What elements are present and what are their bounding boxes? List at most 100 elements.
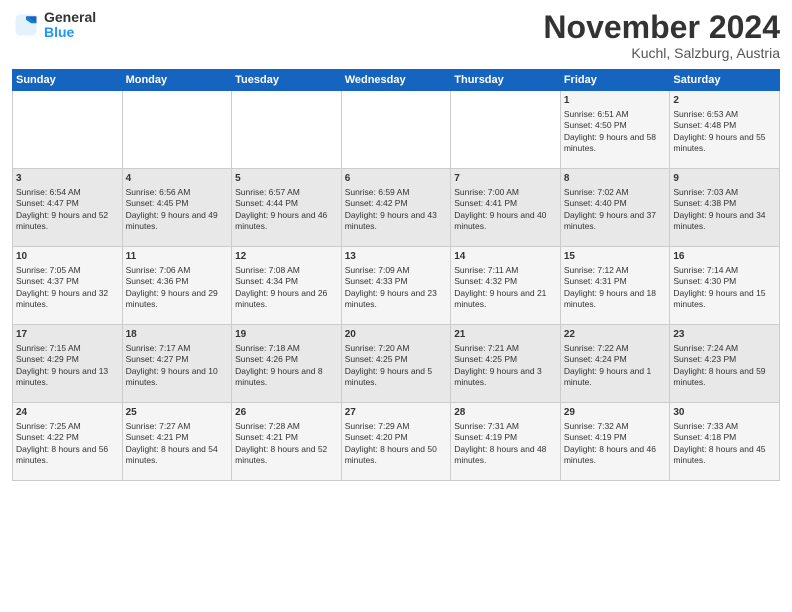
table-row: 19Sunrise: 7:18 AMSunset: 4:26 PMDayligh… bbox=[232, 325, 342, 403]
day-number: 24 bbox=[16, 406, 119, 420]
daylight-text: Daylight: 9 hours and 46 minutes. bbox=[235, 210, 338, 233]
sunrise-text: Sunrise: 7:11 AM bbox=[454, 265, 557, 276]
daylight-text: Daylight: 8 hours and 48 minutes. bbox=[454, 444, 557, 467]
calendar-table: Sunday Monday Tuesday Wednesday Thursday… bbox=[12, 69, 780, 481]
daylight-text: Daylight: 8 hours and 59 minutes. bbox=[673, 366, 776, 389]
header-friday: Friday bbox=[560, 70, 670, 91]
daylight-text: Daylight: 8 hours and 56 minutes. bbox=[16, 444, 119, 467]
sunset-text: Sunset: 4:21 PM bbox=[235, 432, 338, 443]
day-number: 15 bbox=[564, 250, 667, 264]
sunrise-text: Sunrise: 7:14 AM bbox=[673, 265, 776, 276]
sunrise-text: Sunrise: 7:17 AM bbox=[126, 343, 229, 354]
sunset-text: Sunset: 4:44 PM bbox=[235, 198, 338, 209]
sunrise-text: Sunrise: 7:32 AM bbox=[564, 421, 667, 432]
sunset-text: Sunset: 4:24 PM bbox=[564, 354, 667, 365]
table-row bbox=[232, 91, 342, 169]
day-number: 13 bbox=[345, 250, 448, 264]
sunset-text: Sunset: 4:23 PM bbox=[673, 354, 776, 365]
sunset-text: Sunset: 4:19 PM bbox=[454, 432, 557, 443]
month-title: November 2024 bbox=[543, 10, 780, 45]
daylight-text: Daylight: 9 hours and 34 minutes. bbox=[673, 210, 776, 233]
table-row: 6Sunrise: 6:59 AMSunset: 4:42 PMDaylight… bbox=[341, 169, 451, 247]
day-number: 27 bbox=[345, 406, 448, 420]
table-row: 9Sunrise: 7:03 AMSunset: 4:38 PMDaylight… bbox=[670, 169, 780, 247]
sunset-text: Sunset: 4:26 PM bbox=[235, 354, 338, 365]
daylight-text: Daylight: 9 hours and 37 minutes. bbox=[564, 210, 667, 233]
sunrise-text: Sunrise: 6:53 AM bbox=[673, 109, 776, 120]
sunrise-text: Sunrise: 7:02 AM bbox=[564, 187, 667, 198]
header-thursday: Thursday bbox=[451, 70, 561, 91]
sunset-text: Sunset: 4:29 PM bbox=[16, 354, 119, 365]
day-number: 23 bbox=[673, 328, 776, 342]
table-row: 18Sunrise: 7:17 AMSunset: 4:27 PMDayligh… bbox=[122, 325, 232, 403]
table-row: 26Sunrise: 7:28 AMSunset: 4:21 PMDayligh… bbox=[232, 403, 342, 481]
daylight-text: Daylight: 9 hours and 40 minutes. bbox=[454, 210, 557, 233]
sunset-text: Sunset: 4:18 PM bbox=[673, 432, 776, 443]
header-sunday: Sunday bbox=[13, 70, 123, 91]
table-row: 23Sunrise: 7:24 AMSunset: 4:23 PMDayligh… bbox=[670, 325, 780, 403]
table-row bbox=[13, 91, 123, 169]
sunset-text: Sunset: 4:47 PM bbox=[16, 198, 119, 209]
sunset-text: Sunset: 4:45 PM bbox=[126, 198, 229, 209]
table-row: 21Sunrise: 7:21 AMSunset: 4:25 PMDayligh… bbox=[451, 325, 561, 403]
sunrise-text: Sunrise: 7:22 AM bbox=[564, 343, 667, 354]
sunset-text: Sunset: 4:25 PM bbox=[454, 354, 557, 365]
daylight-text: Daylight: 9 hours and 8 minutes. bbox=[235, 366, 338, 389]
day-number: 18 bbox=[126, 328, 229, 342]
sunset-text: Sunset: 4:36 PM bbox=[126, 276, 229, 287]
sunset-text: Sunset: 4:42 PM bbox=[345, 198, 448, 209]
header-saturday: Saturday bbox=[670, 70, 780, 91]
sunset-text: Sunset: 4:22 PM bbox=[16, 432, 119, 443]
header-tuesday: Tuesday bbox=[232, 70, 342, 91]
sunrise-text: Sunrise: 7:05 AM bbox=[16, 265, 119, 276]
header-monday: Monday bbox=[122, 70, 232, 91]
sunset-text: Sunset: 4:38 PM bbox=[673, 198, 776, 209]
daylight-text: Daylight: 9 hours and 49 minutes. bbox=[126, 210, 229, 233]
table-row: 22Sunrise: 7:22 AMSunset: 4:24 PMDayligh… bbox=[560, 325, 670, 403]
sunset-text: Sunset: 4:27 PM bbox=[126, 354, 229, 365]
table-row bbox=[122, 91, 232, 169]
sunset-text: Sunset: 4:19 PM bbox=[564, 432, 667, 443]
day-number: 4 bbox=[126, 172, 229, 186]
sunrise-text: Sunrise: 7:06 AM bbox=[126, 265, 229, 276]
sunrise-text: Sunrise: 6:54 AM bbox=[16, 187, 119, 198]
sunset-text: Sunset: 4:25 PM bbox=[345, 354, 448, 365]
day-number: 3 bbox=[16, 172, 119, 186]
sunrise-text: Sunrise: 7:08 AM bbox=[235, 265, 338, 276]
sunset-text: Sunset: 4:41 PM bbox=[454, 198, 557, 209]
day-number: 1 bbox=[564, 94, 667, 108]
header-wednesday: Wednesday bbox=[341, 70, 451, 91]
sunset-text: Sunset: 4:31 PM bbox=[564, 276, 667, 287]
calendar-container: General Blue November 2024 Kuchl, Salzbu… bbox=[0, 0, 792, 612]
table-row: 4Sunrise: 6:56 AMSunset: 4:45 PMDaylight… bbox=[122, 169, 232, 247]
day-number: 2 bbox=[673, 94, 776, 108]
day-number: 5 bbox=[235, 172, 338, 186]
day-number: 22 bbox=[564, 328, 667, 342]
daylight-text: Daylight: 9 hours and 32 minutes. bbox=[16, 288, 119, 311]
day-number: 9 bbox=[673, 172, 776, 186]
daylight-text: Daylight: 8 hours and 45 minutes. bbox=[673, 444, 776, 467]
sunrise-text: Sunrise: 6:56 AM bbox=[126, 187, 229, 198]
table-row bbox=[451, 91, 561, 169]
daylight-text: Daylight: 9 hours and 15 minutes. bbox=[673, 288, 776, 311]
day-number: 12 bbox=[235, 250, 338, 264]
table-row: 8Sunrise: 7:02 AMSunset: 4:40 PMDaylight… bbox=[560, 169, 670, 247]
logo-blue-text: Blue bbox=[44, 25, 96, 40]
daylight-text: Daylight: 9 hours and 5 minutes. bbox=[345, 366, 448, 389]
sunset-text: Sunset: 4:21 PM bbox=[126, 432, 229, 443]
sunset-text: Sunset: 4:40 PM bbox=[564, 198, 667, 209]
sunrise-text: Sunrise: 7:18 AM bbox=[235, 343, 338, 354]
day-number: 19 bbox=[235, 328, 338, 342]
day-number: 14 bbox=[454, 250, 557, 264]
day-number: 17 bbox=[16, 328, 119, 342]
table-row: 28Sunrise: 7:31 AMSunset: 4:19 PMDayligh… bbox=[451, 403, 561, 481]
day-number: 20 bbox=[345, 328, 448, 342]
day-number: 21 bbox=[454, 328, 557, 342]
day-number: 8 bbox=[564, 172, 667, 186]
table-row: 20Sunrise: 7:20 AMSunset: 4:25 PMDayligh… bbox=[341, 325, 451, 403]
sunrise-text: Sunrise: 7:31 AM bbox=[454, 421, 557, 432]
table-row: 15Sunrise: 7:12 AMSunset: 4:31 PMDayligh… bbox=[560, 247, 670, 325]
sunset-text: Sunset: 4:33 PM bbox=[345, 276, 448, 287]
day-number: 26 bbox=[235, 406, 338, 420]
sunrise-text: Sunrise: 7:15 AM bbox=[16, 343, 119, 354]
